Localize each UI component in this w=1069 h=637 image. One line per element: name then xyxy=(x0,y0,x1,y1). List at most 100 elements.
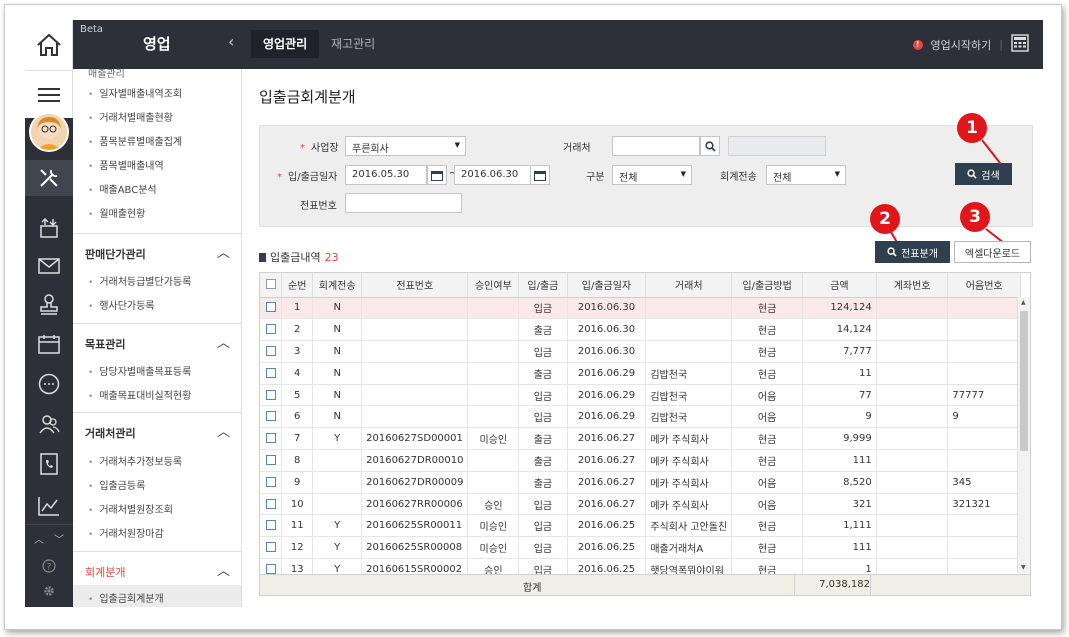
calendar-icon[interactable] xyxy=(25,326,73,362)
sidebar-item-active[interactable]: 입출금회계분개 xyxy=(88,590,163,605)
column-header[interactable]: 회계전송 xyxy=(312,273,363,298)
column-header[interactable]: 금액 xyxy=(802,273,877,298)
tab-inventory-management[interactable]: 재고관리 xyxy=(331,30,375,58)
table-cell: 승인 xyxy=(467,493,520,516)
excel-download-button[interactable]: 엑셀다운로드 xyxy=(954,241,1031,263)
sidebar-group-target[interactable]: 목표관리 ︿ xyxy=(73,323,241,359)
table-row[interactable]: 3 N 입금 2016.06.30 현금 7,777 xyxy=(260,340,1030,363)
vertical-scrollbar[interactable]: ▲ ▼ xyxy=(1017,297,1030,573)
home-icon[interactable] xyxy=(25,20,72,70)
select-all-checkbox[interactable] xyxy=(265,279,276,290)
calendar-icon[interactable] xyxy=(530,165,550,185)
stamp-icon[interactable] xyxy=(25,286,73,322)
search-button[interactable]: 검색 xyxy=(955,163,1012,185)
row-checkbox[interactable] xyxy=(265,411,276,422)
row-checkbox[interactable] xyxy=(265,498,276,509)
calendar-icon[interactable] xyxy=(427,165,447,185)
transfer-icon[interactable] xyxy=(25,210,73,246)
table-cell: 입금 xyxy=(518,514,568,538)
row-checkbox[interactable] xyxy=(265,389,276,400)
table-row[interactable]: 9 20160627DR00009 출금 2016.06.27 메카 주식회사 어음 8,5… xyxy=(260,471,1030,494)
table-cell xyxy=(361,362,469,385)
sidebar-item[interactable]: 담당자별매출목표등록 xyxy=(88,363,191,378)
row-checkbox[interactable] xyxy=(265,563,276,574)
chat-icon[interactable] xyxy=(25,366,73,402)
date-from-input[interactable]: 2016.05.30 xyxy=(345,165,427,185)
hamburger-icon[interactable] xyxy=(25,70,72,118)
chevron-left-icon[interactable]: ‹ xyxy=(228,32,234,51)
calculator-icon[interactable] xyxy=(1011,34,1029,55)
customer-input[interactable] xyxy=(612,136,700,156)
column-header[interactable]: 입/출금일자 xyxy=(567,273,647,298)
sidebar-item[interactable]: 거래처별원장조회 xyxy=(88,501,173,516)
row-checkbox[interactable] xyxy=(265,542,276,553)
table-row[interactable]: 10 20160627RR00006 승인 입금 2016.06.27 메카 주식회사 어음… xyxy=(260,493,1030,516)
sidebar-item[interactable]: 거래처등급별단가등록 xyxy=(88,273,191,288)
sidebar-item[interactable]: 매출ABC분석 xyxy=(88,181,156,196)
people-icon[interactable] xyxy=(25,406,73,442)
row-checkbox[interactable] xyxy=(265,433,276,444)
row-checkbox[interactable] xyxy=(265,345,276,356)
row-checkbox[interactable] xyxy=(265,302,276,313)
column-header[interactable]: 어음번호 xyxy=(947,273,1021,298)
sidebar-item[interactable]: 거래처추가정보등록 xyxy=(88,453,182,468)
column-header[interactable]: 순번 xyxy=(281,273,314,298)
chart-icon[interactable] xyxy=(25,488,73,524)
table-row[interactable]: 7 Y 20160627SD00001 미승인 출금 2016.06.27 메카 주식회사 현… xyxy=(260,427,1030,451)
mail-icon[interactable] xyxy=(25,248,73,284)
sidebar-item[interactable]: 품목분류별매출집계 xyxy=(88,133,182,148)
table-row[interactable]: 1 N 입금 2016.06.30 현금 124,124 xyxy=(260,297,1030,320)
scroll-down-icon[interactable]: ▼ xyxy=(1021,564,1026,571)
column-header[interactable]: 입/출금 xyxy=(518,273,568,298)
tools-icon[interactable] xyxy=(25,160,73,196)
sidebar-item[interactable]: 매출목표대비실적현황 xyxy=(88,387,191,402)
column-header[interactable]: 전표번호 xyxy=(361,273,469,298)
table-row[interactable]: 4 N 출금 2016.06.29 김밥천국 현금 11 xyxy=(260,362,1030,385)
sidebar-item[interactable]: 거래처원장마감 xyxy=(88,525,163,540)
sidebar-group-customer[interactable]: 거래처관리 ︿ xyxy=(73,412,241,448)
sidebar-item[interactable]: 행사단가등록 xyxy=(88,297,154,312)
business-select[interactable]: 푸른회사 xyxy=(345,136,466,156)
scroll-up-icon[interactable]: ▲ xyxy=(1021,299,1026,306)
chevron-up-icon[interactable]: ︿ xyxy=(34,531,44,546)
table-row[interactable]: 6 N 입금 2016.06.29 김밥천국 어음 9 9 xyxy=(260,405,1030,429)
table-cell: 어음 xyxy=(731,471,804,494)
row-checkbox[interactable] xyxy=(265,324,276,335)
column-header[interactable]: 계좌번호 xyxy=(876,273,949,298)
accounting-select[interactable]: 전체 xyxy=(766,165,846,185)
table-row[interactable]: 5 N 입금 2016.06.29 김밥천국 어음 77 77777 xyxy=(260,384,1030,407)
sidebar-group-price[interactable]: 판매단가관리 ︿ xyxy=(73,233,241,269)
scrollbar-thumb[interactable] xyxy=(1020,311,1028,451)
avatar[interactable] xyxy=(29,112,69,152)
row-checkbox[interactable] xyxy=(265,476,276,487)
date-to-input[interactable]: 2016.06.30 xyxy=(454,165,532,185)
voucher-input[interactable] xyxy=(345,193,462,213)
sidebar-group-accounting[interactable]: 회계분개 ︿ xyxy=(73,551,241,587)
search-icon[interactable] xyxy=(700,136,720,156)
column-header[interactable]: 승인여부 xyxy=(467,273,520,298)
sidebar-item[interactable]: 일자별매출내역조회 xyxy=(88,85,182,100)
sidebar-item[interactable]: 품목별매출내역 xyxy=(88,157,163,172)
row-checkbox[interactable] xyxy=(265,454,276,465)
customer-label: 거래처 xyxy=(563,143,591,154)
journal-button[interactable]: 전표분개 xyxy=(875,241,950,263)
column-header[interactable]: 입/출금방법 xyxy=(731,273,804,298)
sidebar-item[interactable]: 거래처별매출현황 xyxy=(88,109,173,124)
table-row[interactable]: 12 Y 20160625SR00008 미승인 입금 2016.06.25 매출거래처A 현… xyxy=(260,536,1030,560)
table-row[interactable]: 11 Y 20160625SR00011 미승인 입금 2016.06.25 주식회사 고안… xyxy=(260,514,1030,538)
table-row[interactable]: 8 20160627DR00010 출금 2016.06.27 메카 주식회사 현금 111 xyxy=(260,449,1030,472)
phone-book-icon[interactable] xyxy=(25,446,73,482)
start-sales-link[interactable]: 영업시작하기 xyxy=(931,37,992,53)
type-select[interactable]: 전체 xyxy=(612,165,692,185)
help-icon[interactable]: ? xyxy=(25,554,73,578)
row-checkbox[interactable] xyxy=(265,367,276,378)
column-header[interactable]: 거래처 xyxy=(645,273,733,298)
sidebar-item[interactable]: 월매출현황 xyxy=(88,205,145,220)
table-cell xyxy=(876,427,949,451)
gear-icon[interactable] xyxy=(25,578,73,604)
row-checkbox[interactable] xyxy=(265,520,276,531)
table-row[interactable]: 2 N 출금 2016.06.30 현금 14,124 xyxy=(260,318,1030,342)
tab-sales-management[interactable]: 영업관리 xyxy=(251,30,320,58)
sidebar-item[interactable]: 입출금등록 xyxy=(88,477,145,492)
chevron-down-icon[interactable]: ﹀ xyxy=(54,531,64,546)
